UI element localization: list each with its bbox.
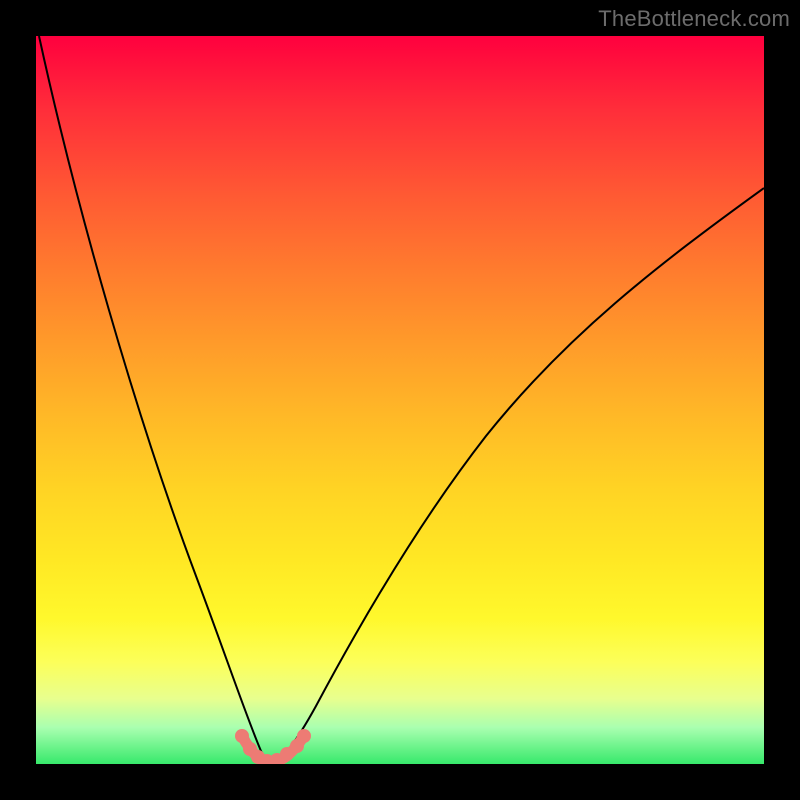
watermark-text: TheBottleneck.com	[598, 6, 790, 32]
salmon-dot	[297, 729, 311, 743]
salmon-dot	[235, 729, 249, 743]
bottleneck-curve-right	[270, 188, 764, 763]
salmon-dot-group	[235, 729, 311, 764]
chart-svg	[36, 36, 764, 764]
bottleneck-curve-left	[39, 36, 270, 763]
chart-frame: TheBottleneck.com	[0, 0, 800, 800]
